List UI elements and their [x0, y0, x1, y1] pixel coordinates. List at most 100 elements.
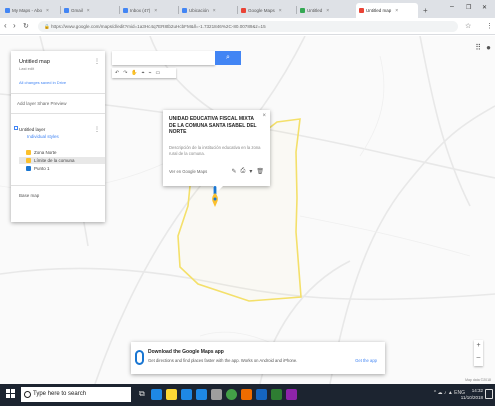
- map-subtitle: Last edit: [19, 66, 35, 71]
- tab-favicon-icon: [123, 8, 128, 13]
- tab-label: My Maps - Abo: [12, 8, 43, 13]
- maps-app-icon[interactable]: [286, 389, 297, 400]
- close-tab-icon[interactable]: ×: [46, 8, 49, 14]
- clock-time: 14:32: [471, 388, 483, 393]
- save-status: All changes saved in Drive: [19, 80, 67, 85]
- map-canvas[interactable]: Untitled map ⋮ Last edit All changes sav…: [0, 36, 495, 384]
- browser-menu-icon[interactable]: ⋮: [486, 22, 493, 30]
- maximize-icon[interactable]: ❐: [466, 4, 471, 11]
- feature-item-selected[interactable]: Límite de la comuna: [19, 157, 105, 164]
- close-tab-icon[interactable]: ×: [213, 8, 216, 14]
- photos-icon[interactable]: [241, 389, 252, 400]
- style-icon[interactable]: ⎙: [241, 168, 246, 175]
- close-tab-icon[interactable]: ×: [154, 8, 157, 14]
- sheets-icon[interactable]: [271, 389, 282, 400]
- zoom-in-button[interactable]: +: [474, 340, 483, 352]
- apps-grid-icon[interactable]: ⠿: [475, 43, 481, 52]
- redo-icon[interactable]: ↷: [123, 70, 127, 76]
- add-marker-icon[interactable]: ⌖: [142, 70, 145, 76]
- browser-tab-active[interactable]: Untitled map ×: [356, 3, 418, 18]
- pan-hand-icon[interactable]: ✋: [131, 70, 137, 76]
- close-icon[interactable]: ×: [262, 113, 266, 119]
- search-icon: ⌕: [226, 54, 230, 61]
- layer-checkbox-icon[interactable]: [14, 126, 18, 130]
- taskbar-search-input[interactable]: Type here to search: [21, 387, 131, 402]
- app-promo-banner: Download the Google Maps app Get directi…: [131, 342, 385, 374]
- directions-icon[interactable]: ▾: [249, 168, 252, 175]
- browser-tab[interactable]: Ubicación ×: [179, 3, 236, 18]
- map-search-input[interactable]: [112, 51, 215, 65]
- file-explorer-icon[interactable]: [166, 389, 177, 400]
- close-tab-icon[interactable]: ×: [87, 8, 90, 14]
- map-layers-panel: Untitled map ⋮ Last edit All changes sav…: [11, 51, 105, 222]
- notification-center-icon[interactable]: [485, 389, 493, 399]
- base-map-selector[interactable]: Base map: [19, 193, 39, 198]
- tab-label: Inbox (47): [130, 8, 151, 13]
- popup-description: Descripción de la institución educativa …: [169, 145, 261, 156]
- undo-icon[interactable]: ↶: [115, 70, 119, 76]
- tab-favicon-icon: [300, 8, 305, 13]
- map-attribution[interactable]: Map data ©2018: [465, 378, 491, 382]
- feature-label: Punto 1: [34, 166, 50, 171]
- close-window-icon[interactable]: ✕: [482, 4, 487, 11]
- tab-favicon-icon: [359, 8, 364, 13]
- browser-tab-strip: My Maps - Abo × Gmail × Inbox (47) × Ubi…: [0, 0, 495, 18]
- layer-style-link[interactable]: Individual styles: [27, 134, 59, 139]
- url-text: https://www.google.com/maps/d/edit?mid=1…: [51, 24, 266, 29]
- camera-icon[interactable]: [211, 389, 222, 400]
- map-title[interactable]: Untitled map: [19, 59, 50, 65]
- tab-label: Untitled map: [366, 8, 392, 13]
- new-tab-button[interactable]: +: [420, 3, 432, 18]
- minimize-icon[interactable]: –: [450, 3, 454, 10]
- close-tab-icon[interactable]: ×: [279, 8, 282, 14]
- browser-tab[interactable]: Google Maps ×: [238, 3, 295, 18]
- banner-link[interactable]: Get the app: [355, 358, 377, 363]
- browser-tab[interactable]: Gmail ×: [61, 3, 118, 18]
- cortana-icon: [24, 391, 31, 398]
- map-top-right-controls: ⠿ ●: [475, 43, 491, 52]
- layer-options-menu-icon[interactable]: ⋮: [94, 126, 100, 133]
- map-toolbar: ↶ ↷ ✋ ⌖ ⌁ ▭: [112, 68, 176, 78]
- feature-item[interactable]: Zona Norte: [26, 149, 57, 156]
- feature-color-icon: [26, 150, 31, 155]
- measure-icon[interactable]: ▭: [155, 70, 160, 76]
- account-avatar-icon[interactable]: ●: [486, 43, 491, 52]
- panel-actions[interactable]: Add layer Share Preview: [17, 101, 67, 106]
- close-tab-icon[interactable]: ×: [326, 8, 329, 14]
- task-view-icon[interactable]: ⧉: [139, 389, 145, 399]
- edge-icon[interactable]: [151, 389, 162, 400]
- tab-label: Untitled: [307, 8, 323, 13]
- browser-tab[interactable]: My Maps - Abo ×: [2, 3, 59, 18]
- address-bar[interactable]: 🔒 https://www.google.com/maps/d/edit?mid…: [38, 21, 458, 32]
- delete-icon[interactable]: 🗑: [256, 168, 264, 175]
- tab-favicon-icon: [241, 8, 246, 13]
- browser-tab[interactable]: Untitled ×: [297, 3, 354, 18]
- close-tab-icon[interactable]: ×: [395, 8, 398, 14]
- mail-icon[interactable]: [196, 389, 207, 400]
- taskbar-clock[interactable]: 14:32 11/10/2018: [461, 387, 483, 401]
- map-options-menu-icon[interactable]: ⋮: [94, 58, 100, 65]
- edit-icon[interactable]: ✎: [232, 168, 237, 175]
- map-pin-icon[interactable]: [211, 186, 219, 208]
- feature-info-popup: UNIDAD EDUCATIVA FISCAL MIXTA DE LA COMU…: [163, 110, 270, 191]
- phone-icon: [135, 350, 144, 365]
- browser-toolbar: ‹ › ↻ 🔒 https://www.google.com/maps/d/ed…: [0, 18, 495, 35]
- draw-line-icon[interactable]: ⌁: [148, 70, 151, 76]
- word-icon[interactable]: [256, 389, 267, 400]
- windows-taskbar: Type here to search ⧉ ^ ☁ ♪ ▲ ENG 14:32 …: [0, 384, 495, 406]
- tab-label: Ubicación: [189, 8, 209, 13]
- zoom-out-button[interactable]: –: [474, 352, 483, 364]
- layer-name[interactable]: Untitled layer: [19, 127, 45, 132]
- bookmark-star-icon[interactable]: ☆: [465, 22, 471, 30]
- feature-item[interactable]: Punto 1: [26, 165, 50, 172]
- chrome-icon[interactable]: [226, 389, 237, 400]
- reload-icon[interactable]: ↻: [23, 22, 29, 30]
- browser-tab[interactable]: Inbox (47) ×: [120, 3, 177, 18]
- windows-start-icon[interactable]: [6, 389, 16, 399]
- popup-link[interactable]: Ver en Google Maps: [169, 169, 207, 174]
- forward-arrow-icon[interactable]: ›: [13, 21, 16, 30]
- back-arrow-icon[interactable]: ‹: [4, 21, 7, 30]
- tab-label: Gmail: [71, 8, 83, 13]
- store-icon[interactable]: [181, 389, 192, 400]
- search-button[interactable]: ⌕: [215, 51, 241, 65]
